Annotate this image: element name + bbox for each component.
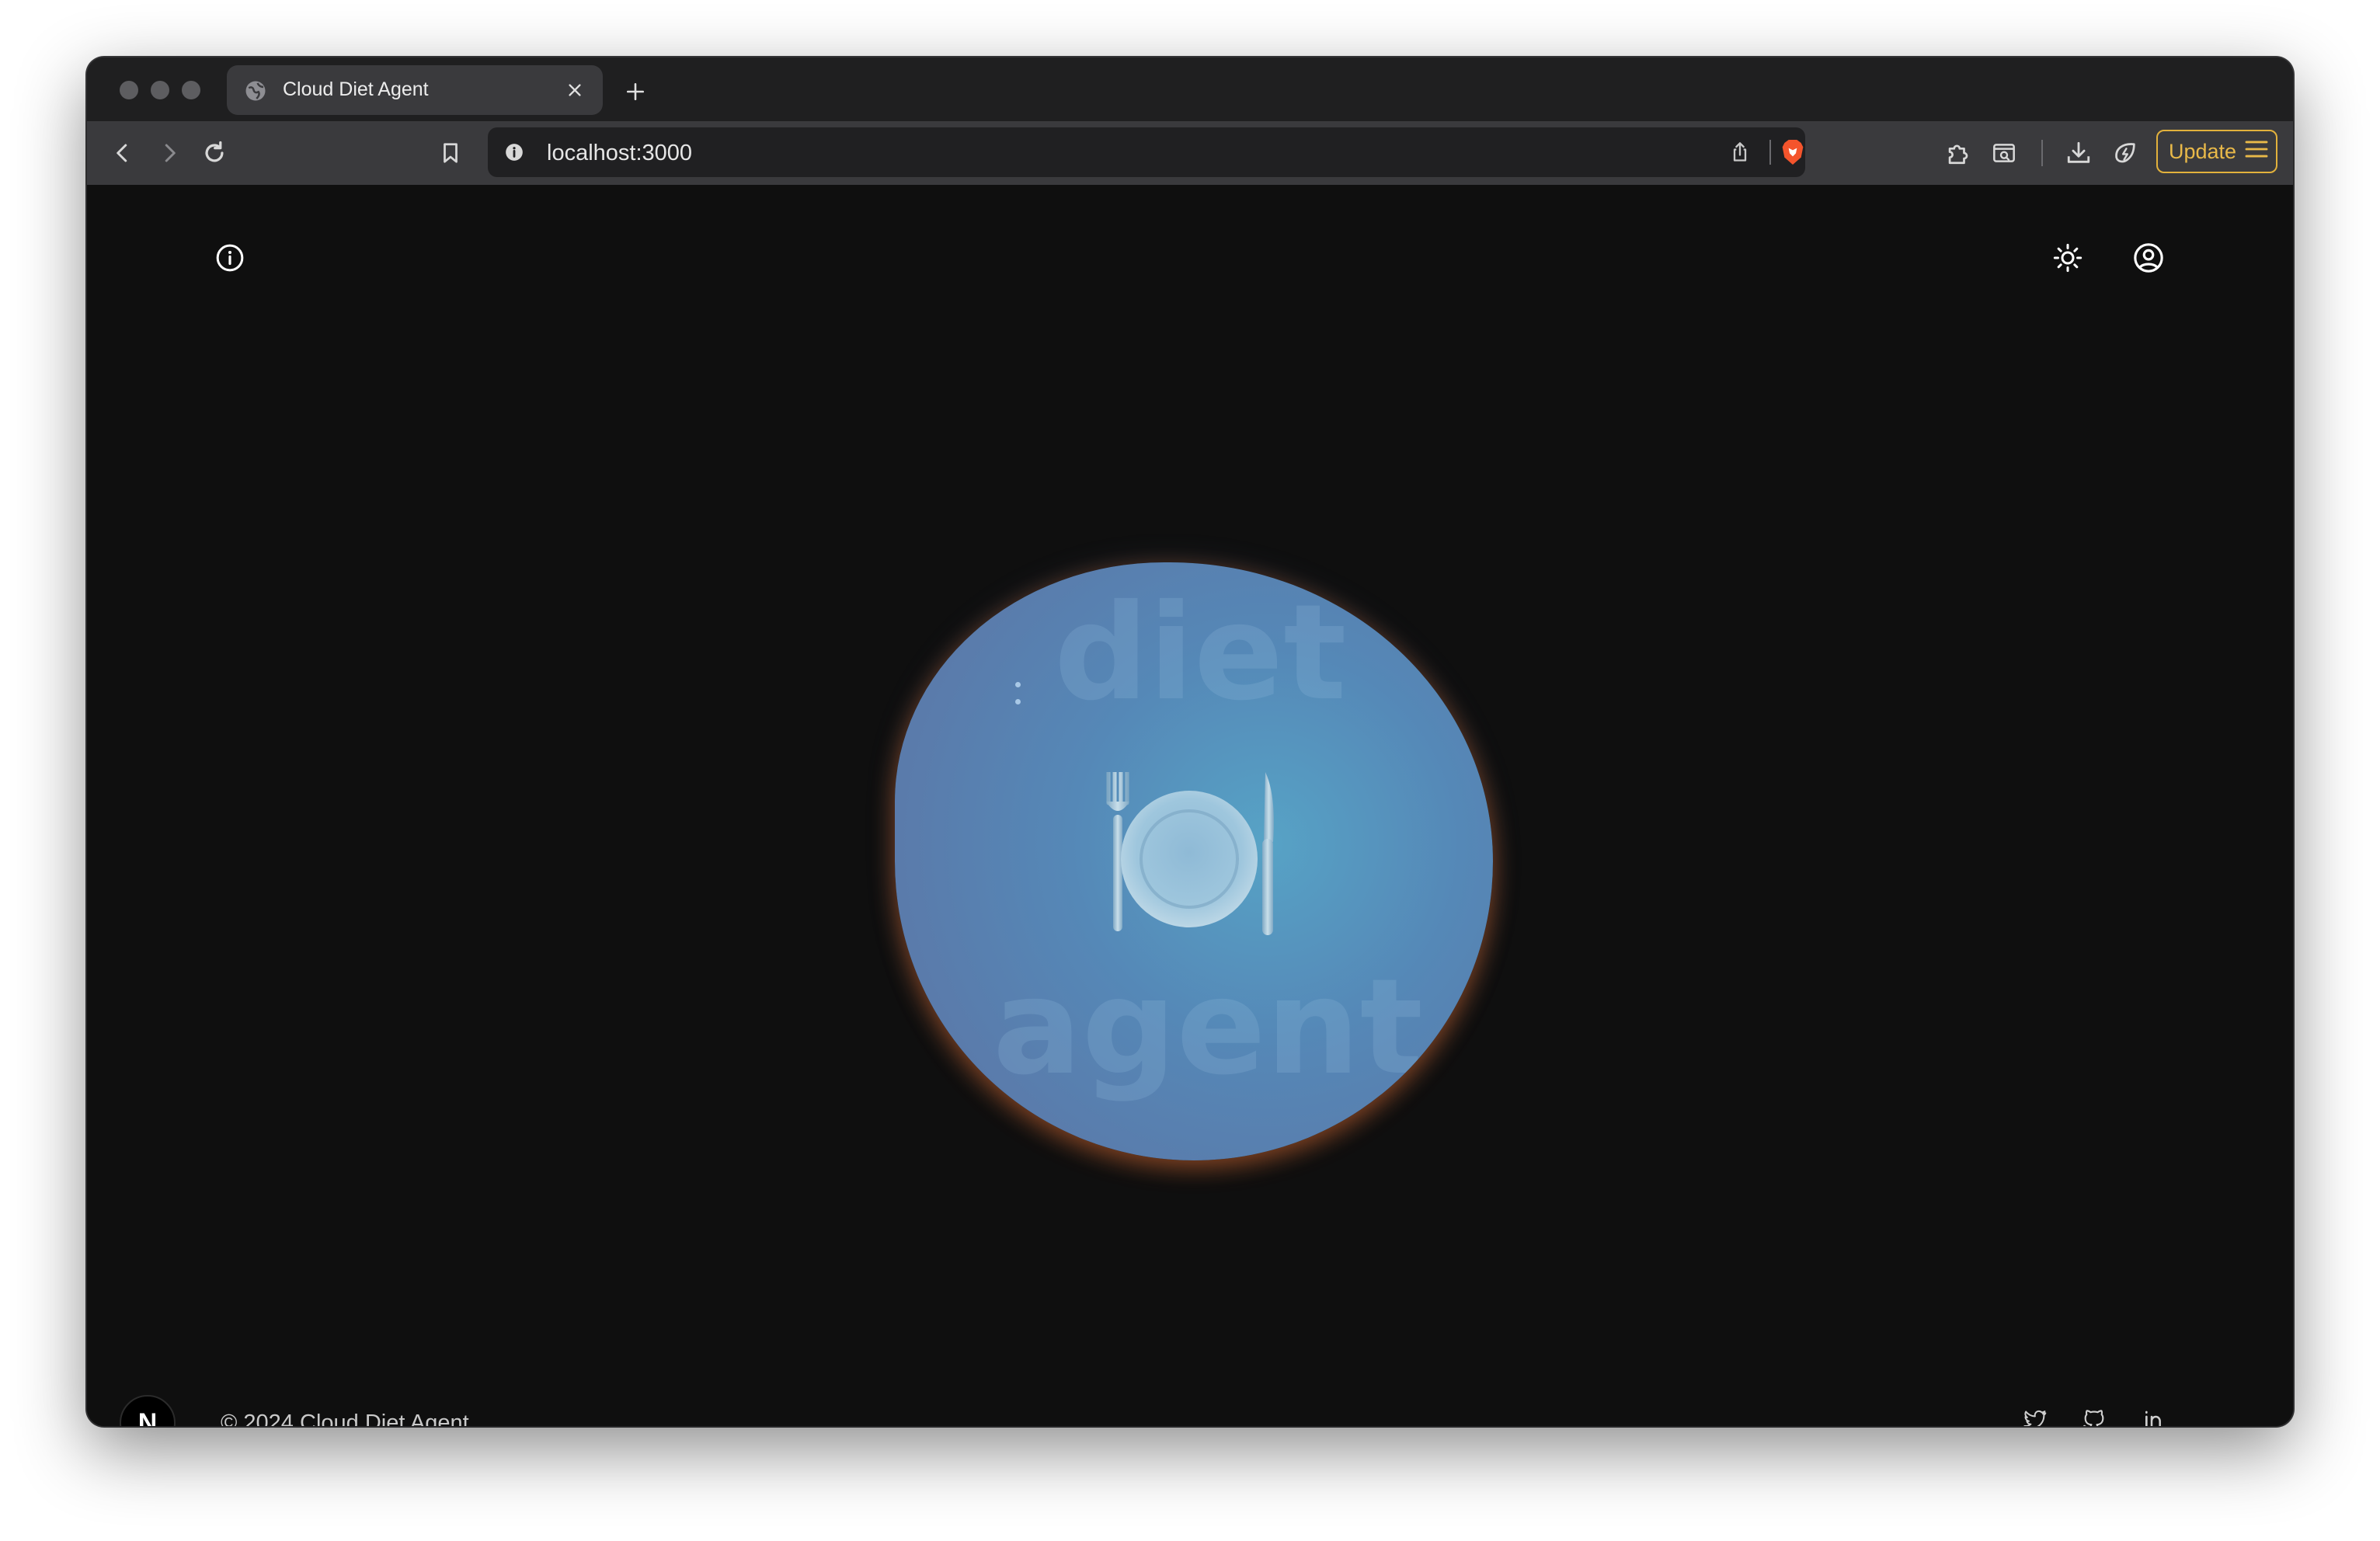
hero-word-diet: diet	[1054, 576, 1347, 730]
browser-window: Cloud Diet Agent localhost:3000 Update d…	[87, 57, 2293, 1426]
twitter-icon[interactable]	[2013, 1398, 2057, 1426]
forward-icon[interactable]	[152, 136, 186, 170]
linkedin-icon[interactable]	[2133, 1398, 2176, 1426]
github-icon[interactable]	[2072, 1398, 2116, 1426]
info-icon[interactable]	[497, 135, 531, 169]
reader-icon[interactable]	[1987, 136, 2021, 170]
fork-plate-knife-icon	[1106, 772, 1274, 935]
dot	[1015, 682, 1021, 687]
page-content: diet agent N © 2024 Cloud Diet Agent	[87, 185, 2293, 1426]
back-icon[interactable]	[106, 136, 140, 170]
tab-title: Cloud Diet Agent	[283, 78, 429, 100]
bookmark-icon[interactable]	[433, 136, 468, 170]
divider	[2041, 140, 2043, 166]
dot	[1015, 699, 1021, 704]
tab-strip: Cloud Diet Agent	[87, 57, 2293, 121]
brave-shield-icon[interactable]	[1776, 135, 1810, 169]
extensions-icon[interactable]	[1940, 136, 1975, 170]
copyright-text: © 2024 Cloud Diet Agent	[221, 1411, 469, 1426]
leo-icon[interactable]	[2108, 136, 2142, 170]
sun-icon[interactable]	[2046, 236, 2089, 280]
maximize-window-button[interactable]	[182, 81, 200, 99]
logo-letter: N	[137, 1407, 158, 1427]
plus-icon[interactable]	[620, 76, 651, 107]
toolbar: localhost:3000 Update	[87, 121, 2293, 185]
update-button[interactable]: Update	[2156, 130, 2277, 173]
share-icon[interactable]	[1723, 135, 1757, 169]
update-label: Update	[2169, 139, 2237, 163]
menu-icon	[2244, 139, 2269, 165]
minimize-window-button[interactable]	[151, 81, 169, 99]
nextjs-logo[interactable]: N	[120, 1395, 176, 1426]
divider	[1769, 140, 1771, 165]
tab-cloud-diet-agent[interactable]: Cloud Diet Agent	[227, 65, 603, 115]
reload-icon[interactable]	[197, 136, 231, 170]
close-icon[interactable]	[561, 76, 589, 104]
hero-logo-blob: diet agent	[895, 562, 1493, 1160]
hero-word-agent: agent	[993, 951, 1423, 1104]
url-text: localhost:3000	[547, 141, 693, 165]
close-window-button[interactable]	[120, 81, 138, 99]
address-bar[interactable]: localhost:3000	[488, 127, 1805, 177]
info-icon[interactable]	[208, 236, 252, 280]
user-circle-icon[interactable]	[2127, 236, 2170, 280]
download-icon[interactable]	[2062, 136, 2096, 170]
globe-icon	[244, 79, 267, 103]
